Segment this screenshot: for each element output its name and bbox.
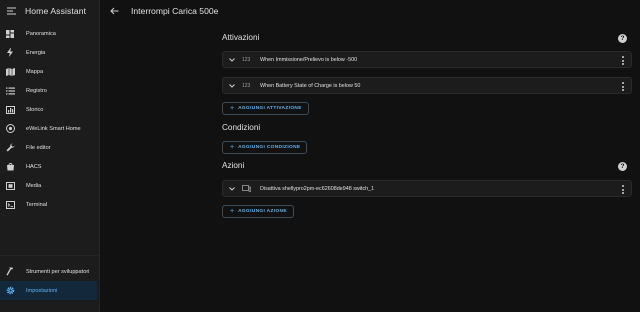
sidebar-item-ewelink[interactable]: eWeLink Smart Home bbox=[0, 119, 100, 138]
sidebar-bottom: Strumenti per sviluppatori Impostazioni bbox=[0, 262, 100, 300]
more-options-icon[interactable] bbox=[621, 82, 625, 91]
add-trigger-label: AGGIUNGI ATTIVAZIONE bbox=[238, 106, 302, 111]
add-action-label: AGGIUNGI AZIONE bbox=[238, 209, 287, 214]
terminal-icon bbox=[5, 200, 15, 210]
sidebar-item-storico[interactable]: Storico bbox=[0, 100, 100, 119]
trigger-description: When Battery State of Charge is below 50 bbox=[260, 82, 361, 89]
add-condition-button[interactable]: + AGGIUNGI CONDIZIONE bbox=[222, 141, 308, 154]
trigger-row[interactable]: 123 When Immissione/Prelievo is below -5… bbox=[222, 51, 632, 68]
sidebar-item-label: Mappa bbox=[26, 68, 44, 75]
sidebar-item-panoramica[interactable]: Panoramica bbox=[0, 24, 100, 43]
dashboard-icon bbox=[5, 29, 15, 39]
conditions-section-title: Condizioni bbox=[222, 123, 261, 132]
chevron-down-icon[interactable] bbox=[228, 82, 236, 90]
actions-help-icon[interactable]: ? bbox=[618, 162, 627, 171]
sidebar-item-developer-tools[interactable]: Strumenti per sviluppatori bbox=[0, 262, 100, 281]
action-description: Disattiva shellypro2pm-ec62608de948 swit… bbox=[260, 185, 375, 192]
sidebar-item-label: File editor bbox=[26, 144, 51, 151]
hammer-icon bbox=[5, 267, 15, 277]
media-icon bbox=[5, 181, 15, 191]
sidebar-item-label: Energia bbox=[26, 49, 46, 56]
add-action-button[interactable]: + AGGIUNGI AZIONE bbox=[222, 205, 294, 218]
sidebar: Home Assistant Panoramica Energia Mappa … bbox=[0, 0, 100, 312]
sidebar-item-label: Impostazioni bbox=[26, 287, 58, 294]
more-options-icon[interactable] bbox=[621, 56, 625, 65]
triggers-help-icon[interactable]: ? bbox=[618, 34, 627, 43]
chart-icon bbox=[5, 105, 15, 115]
sidebar-header: Home Assistant bbox=[0, 0, 99, 22]
plus-icon: + bbox=[230, 105, 235, 112]
ewelink-icon bbox=[5, 124, 15, 134]
sidebar-item-hacs[interactable]: HACS bbox=[0, 157, 100, 176]
numeric-state-icon: 123 bbox=[242, 82, 251, 89]
gear-icon bbox=[5, 286, 15, 296]
numeric-state-icon: 123 bbox=[242, 56, 251, 63]
map-icon bbox=[5, 67, 15, 77]
sidebar-item-settings[interactable]: Impostazioni bbox=[0, 281, 97, 300]
plus-icon: + bbox=[230, 208, 235, 215]
trigger-row[interactable]: 123 When Battery State of Charge is belo… bbox=[222, 77, 632, 94]
sidebar-item-terminal[interactable]: Terminal bbox=[0, 195, 100, 214]
sidebar-item-label: Panoramica bbox=[26, 30, 56, 37]
sidebar-item-mappa[interactable]: Mappa bbox=[0, 62, 100, 81]
sidebar-item-label: Media bbox=[26, 182, 42, 189]
actions-section-title: Azioni bbox=[222, 161, 245, 170]
menu-icon[interactable] bbox=[6, 6, 16, 16]
sidebar-item-label: Storico bbox=[26, 106, 44, 113]
sidebar-item-file-editor[interactable]: File editor bbox=[0, 138, 100, 157]
sidebar-item-registro[interactable]: Registro bbox=[0, 81, 100, 100]
add-trigger-button[interactable]: + AGGIUNGI ATTIVAZIONE bbox=[222, 102, 309, 115]
device-icon bbox=[242, 185, 254, 192]
chevron-down-icon[interactable] bbox=[228, 56, 236, 64]
page-title: Interrompi Carica 500e bbox=[131, 6, 219, 16]
sidebar-item-media[interactable]: Media bbox=[0, 176, 100, 195]
sidebar-nav: Panoramica Energia Mappa Registro Storic… bbox=[0, 24, 100, 214]
trigger-description: When Immissione/Prelievo is below -500 bbox=[260, 56, 358, 63]
action-row[interactable]: Disattiva shellypro2pm-ec62608de948 swit… bbox=[222, 180, 632, 197]
back-arrow-icon[interactable] bbox=[109, 6, 119, 16]
sidebar-item-label: eWeLink Smart Home bbox=[26, 125, 81, 132]
sidebar-item-label: Terminal bbox=[26, 201, 48, 208]
chevron-down-icon[interactable] bbox=[228, 185, 236, 193]
list-icon bbox=[5, 86, 15, 96]
plus-icon: + bbox=[230, 144, 235, 151]
triggers-section-title: Attivazioni bbox=[222, 33, 260, 42]
sidebar-item-energia[interactable]: Energia bbox=[0, 43, 100, 62]
sidebar-divider bbox=[0, 255, 100, 256]
sidebar-item-label: Strumenti per sviluppatori bbox=[26, 268, 90, 275]
sidebar-item-label: Registro bbox=[26, 87, 47, 94]
top-bar: Interrompi Carica 500e bbox=[100, 0, 640, 22]
add-condition-label: AGGIUNGI CONDIZIONE bbox=[238, 145, 301, 150]
app-title: Home Assistant bbox=[25, 6, 87, 16]
hacs-icon bbox=[5, 162, 15, 172]
wrench-icon bbox=[5, 143, 15, 153]
sidebar-item-label: HACS bbox=[26, 163, 42, 170]
more-options-icon[interactable] bbox=[621, 185, 625, 194]
lightning-icon bbox=[5, 48, 15, 58]
